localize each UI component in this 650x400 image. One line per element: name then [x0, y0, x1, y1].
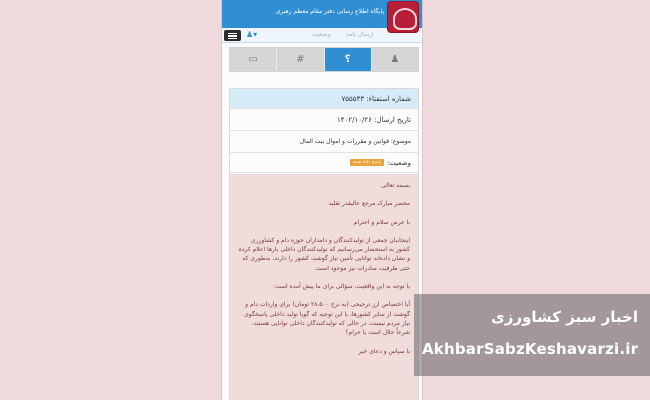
nav-send-letter-link[interactable]: ارسال نامه	[346, 31, 374, 38]
message-greeting: با عرض سلام و احترام	[353, 218, 410, 226]
message-opening: بسمه تعالی	[381, 182, 410, 189]
hash-icon: #	[296, 54, 305, 65]
inquiry-message: بسمه تعالی محضر مبارک مرجع عالیقدر تقلید…	[230, 174, 418, 400]
inquiry-status-row: وضعیت: پاسخ داده شده	[230, 153, 418, 173]
inquiry-subject: موضوع: قوانین و مقررات و اموال بیت المال	[230, 131, 418, 153]
message-question: آیا اختصاص ارز ترجیحی (به نرخ ۲۸،۵۰۰ توم…	[244, 301, 410, 337]
tab-card[interactable]: ▭	[230, 48, 276, 71]
inquiry-number: شماره استفتاء: ۷۵۵۵۴۳	[230, 89, 418, 109]
leader-office-logo-icon[interactable]	[387, 1, 419, 33]
inquiry-date: تاریخ ارسال: ۱۴۰۲/۱۰/۲۶	[230, 109, 418, 131]
status-badge: پاسخ داده شده	[349, 159, 384, 166]
watermark-title: اخبار سبز کشاورزی	[491, 308, 638, 326]
users-icon: ♟	[390, 54, 400, 65]
watermark: اخبار سبز کشاورزی AkhbarSabzKeshavarzi.i…	[414, 294, 650, 376]
question-icon: ؟	[344, 54, 351, 65]
user-icon[interactable]: ♟▾	[246, 30, 257, 39]
message-salutation: محضر مبارک مرجع عالیقدر تقلید	[328, 200, 410, 208]
tab-question[interactable]: ؟	[323, 48, 371, 71]
tab-hash[interactable]: #	[276, 48, 323, 71]
mobile-screen: پایگاه اطلاع رسانی دفتر مقام معظم رهبری …	[221, 0, 423, 400]
tab-bar: ▭ # ؟ ♟	[229, 47, 419, 72]
message-paragraph: با توجه به این واقعیت، سؤالی برای ما پیش…	[273, 283, 410, 291]
nav-status-link[interactable]: وضعیت	[312, 31, 331, 38]
inquiry-panel: شماره استفتاء: ۷۵۵۵۴۳ تاریخ ارسال: ۱۴۰۲/…	[229, 88, 419, 400]
hamburger-menu-icon[interactable]	[224, 30, 241, 41]
status-label: وضعیت:	[386, 158, 411, 167]
tab-users[interactable]: ♟	[370, 48, 418, 71]
site-title: پایگاه اطلاع رسانی دفتر مقام معظم رهبری	[275, 8, 384, 15]
watermark-url: AkhbarSabzKeshavarzi.ir	[422, 340, 639, 358]
card-icon: ▭	[248, 54, 258, 65]
message-paragraph: اینجانبان جمعی از تولیدکنندگان و دامدارا…	[238, 236, 410, 272]
message-closing: با سپاس و دعای خیر	[358, 347, 410, 355]
